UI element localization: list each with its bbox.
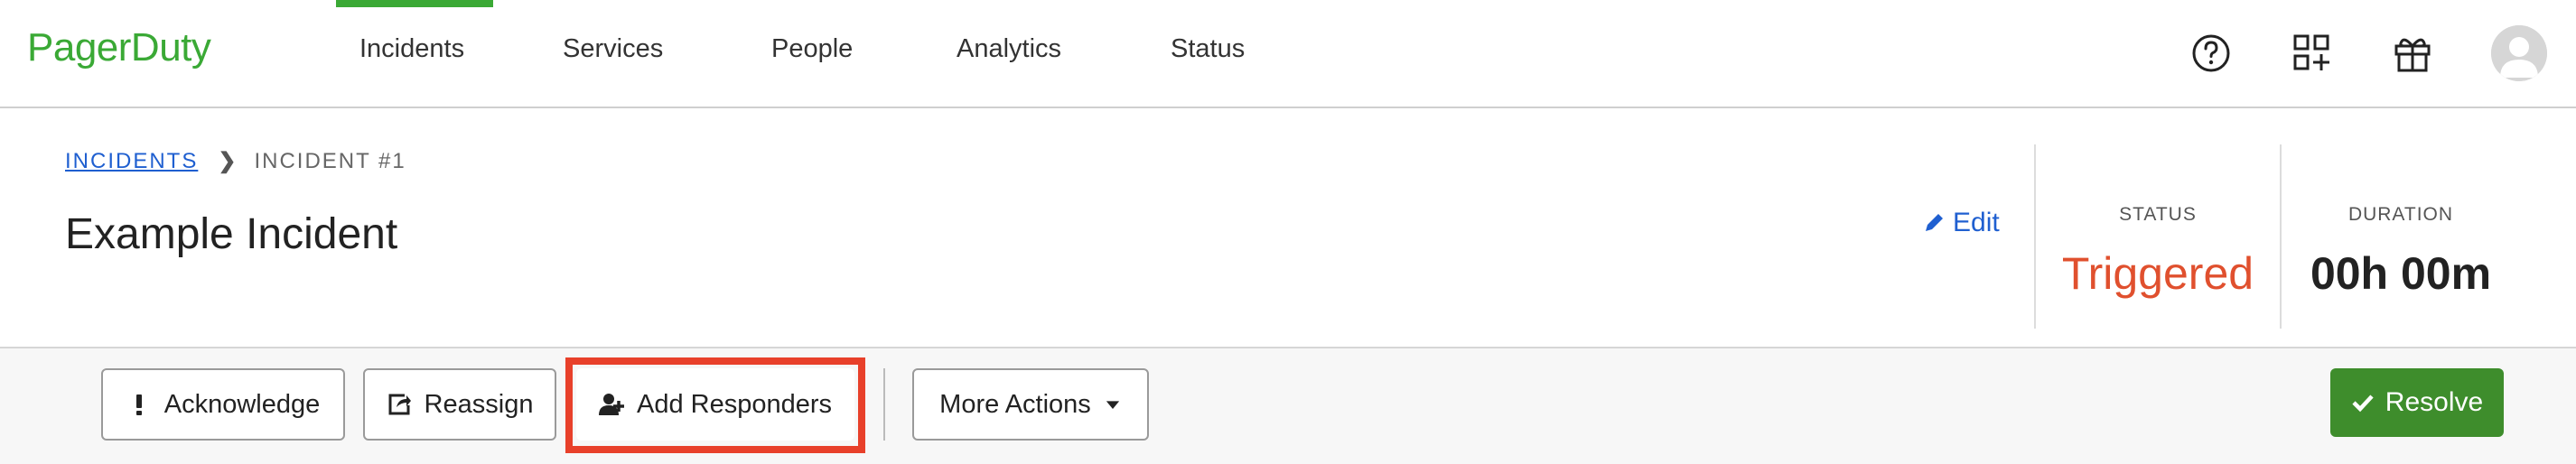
reassign-button[interactable]: Reassign	[363, 368, 556, 441]
breadcrumb-current: INCIDENT #1	[254, 149, 406, 173]
acknowledge-button[interactable]: Acknowledge	[101, 368, 345, 441]
caret-down-icon	[1106, 401, 1119, 409]
nav-item-analytics[interactable]: Analytics	[957, 34, 1061, 64]
duration-value: 00h 00m	[2310, 248, 2492, 299]
avatar-icon[interactable]	[2491, 25, 2547, 81]
action-divider	[883, 368, 885, 441]
exclamation-icon	[135, 394, 142, 415]
chevron-right-icon: ❯	[218, 149, 238, 173]
more-actions-dropdown[interactable]: More Actions	[912, 368, 1149, 441]
nav-item-status[interactable]: Status	[1171, 34, 1245, 64]
apps-icon[interactable]	[2291, 32, 2333, 74]
incident-action-bar: Acknowledge Reassign Add Responders More…	[0, 347, 2576, 464]
incident-header: INCIDENTS ❯ INCIDENT #1 Example Incident E…	[0, 108, 2576, 347]
status-badge: Triggered	[2061, 248, 2254, 299]
check-icon	[2352, 394, 2374, 413]
gift-icon[interactable]	[2392, 32, 2433, 74]
share-icon	[388, 394, 411, 415]
nav-item-people[interactable]: People	[771, 34, 853, 64]
status-label: STATUS	[2119, 204, 2197, 225]
edit-button[interactable]: Edit	[1922, 208, 2000, 238]
pencil-icon	[1926, 214, 1943, 231]
header-divider	[2034, 144, 2036, 329]
breadcrumb: INCIDENTS ❯ INCIDENT #1	[65, 148, 406, 174]
edit-label: Edit	[1953, 208, 2000, 237]
nav-item-services[interactable]: Services	[563, 34, 663, 64]
nav-item-incidents[interactable]: Incidents	[359, 34, 464, 64]
header-divider	[2280, 144, 2282, 329]
more-actions-label: More Actions	[939, 389, 1091, 419]
nav-active-indicator	[336, 0, 493, 7]
top-navigation: PagerDuty Incidents Services People Anal…	[0, 0, 2576, 108]
help-icon[interactable]	[2190, 32, 2232, 74]
duration-label: DURATION	[2347, 204, 2454, 225]
resolve-button[interactable]: Resolve	[2330, 368, 2504, 437]
page-title: Example Incident	[65, 210, 398, 258]
acknowledge-label: Acknowledge	[163, 389, 321, 419]
highlight-box	[565, 357, 865, 453]
breadcrumb-incidents-link[interactable]: INCIDENTS	[65, 149, 198, 173]
resolve-label: Resolve	[2385, 387, 2484, 417]
brand-logo[interactable]: PagerDuty	[27, 25, 211, 70]
reassign-label: Reassign	[424, 389, 534, 419]
